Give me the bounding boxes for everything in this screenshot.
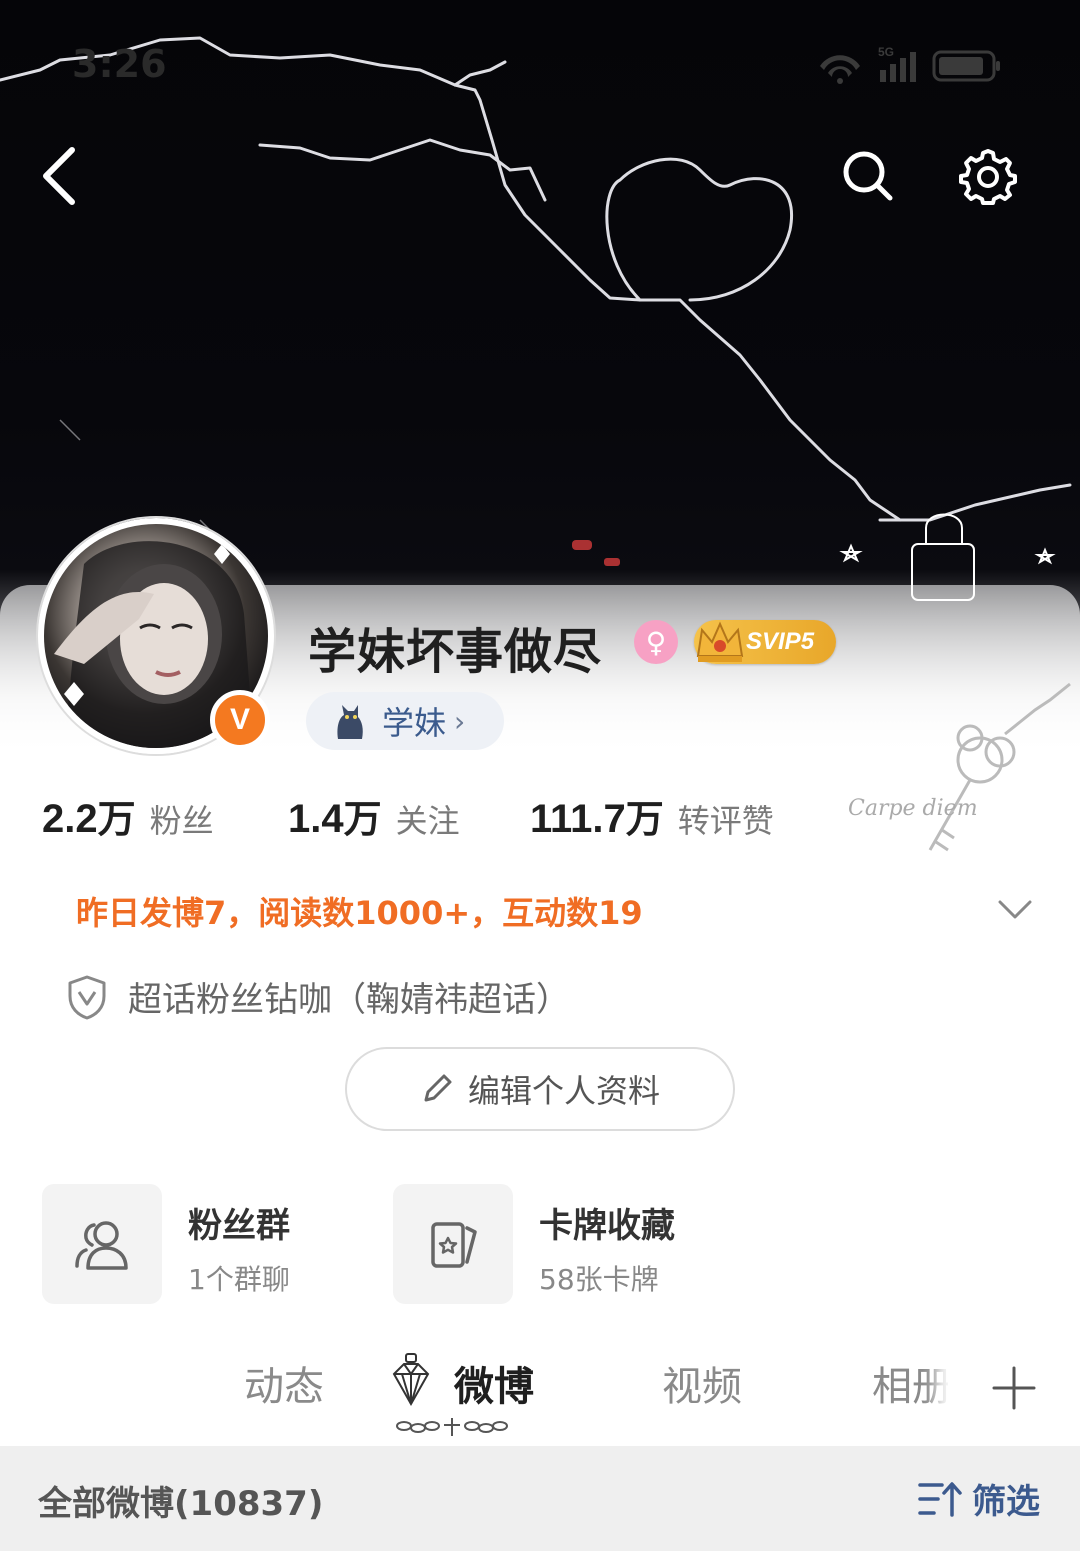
gear-icon [959,149,1017,205]
status-bar: 3:26 5G [0,0,1080,120]
stat-interactions-value: 111.7 [530,797,626,841]
filter-button[interactable]: 筛选 [918,1474,1040,1523]
edit-profile-button[interactable]: 编辑个人资料 [345,1047,735,1131]
stats-row: 2.2 万 粉丝 1.4 万 关注 111.7 万 转评赞 [42,788,842,844]
svip-label: SVIP5 [746,628,815,655]
cat-icon [337,705,363,739]
supertopic-badge[interactable]: 超话粉丝钻咖（鞠婧祎超话） [66,972,570,1021]
crown-icon [696,621,744,662]
stat-following-unit: 万 [343,797,382,841]
chevron-right-icon: › [454,704,466,738]
plus-icon [992,1366,1036,1410]
activity-summary[interactable]: 昨日发博7，阅读数1000+，互动数19 [76,888,643,934]
stat-following-label: 关注 [395,802,460,840]
filter-sort-icon [918,1481,962,1517]
stat-fans[interactable]: 2.2 万 粉丝 [42,788,214,843]
stat-fans-unit: 万 [97,797,136,841]
stat-interactions-label: 转评赞 [677,802,774,840]
feature-fan-group[interactable]: 粉丝群 1个群聊 [42,1184,372,1304]
verified-badge: V [210,690,270,750]
user-name: 学妹坏事做尽 [308,624,603,680]
stat-interactions-unit: 万 [625,797,664,841]
all-posts-title: 全部微博(10837) [38,1484,324,1524]
tab-album[interactable]: 相册 [872,1354,952,1412]
stat-interactions[interactable]: 111.7 万 转评赞 [530,788,774,843]
chevron-left-icon [43,147,75,205]
card-icon [431,1222,477,1268]
back-button[interactable] [24,140,96,212]
search-button[interactable] [832,140,904,212]
tab-weibo[interactable]: 微博 [454,1354,534,1412]
feature-card-collection-title: 卡牌收藏 [539,1206,675,1246]
svip-badge[interactable]: SVIP5 [694,620,836,664]
network-label: 5G [878,45,894,59]
tab-video[interactable]: 视频 [662,1354,742,1412]
chain-decoration-icon [396,1418,508,1436]
feature-fan-group-title: 粉丝群 [188,1206,290,1246]
identity-tag-label: 学妹 [382,704,447,742]
chevron-down-icon[interactable] [994,888,1036,930]
tab-dynamic[interactable]: 动态 [244,1354,324,1412]
filter-label: 筛选 [972,1482,1040,1522]
add-tab-button[interactable] [948,1330,1080,1446]
key-decoration [928,682,1071,852]
status-icons: 5G [820,45,1000,84]
diamond-decoration-icon [392,1353,430,1407]
edit-profile-label: 编辑个人资料 [467,1072,660,1110]
stat-following-value: 1.4 [288,797,344,841]
stat-following[interactable]: 1.4 万 关注 [288,788,460,843]
stat-fans-label: 粉丝 [149,802,214,840]
carpe-diem-decoration: Carpe diem [848,796,978,821]
search-icon [843,151,893,201]
feature-card-collection[interactable]: 卡牌收藏 58张卡牌 [393,1184,723,1304]
feature-fan-group-icon-box [42,1184,162,1304]
identity-tag[interactable]: 学妹 › [306,692,504,750]
pencil-icon [424,1074,452,1102]
filter-bar: 全部微博(10837) 筛选 [0,1446,1080,1551]
shield-icon [68,975,106,1019]
profile-tabs: 动态 微博 视频 相册 [0,1330,1080,1446]
female-icon: ♀ [634,620,678,664]
group-icon [75,1221,128,1270]
feature-fan-group-sub: 1个群聊 [188,1263,290,1296]
stat-fans-value: 2.2 [42,797,98,841]
status-time: 3:26 [72,42,167,86]
feature-card-collection-sub: 58张卡牌 [539,1263,659,1296]
feature-card-collection-icon-box [393,1184,513,1304]
supertopic-label: 超话粉丝钻咖（鞠婧祎超话） [128,980,570,1020]
settings-button[interactable] [952,140,1024,212]
